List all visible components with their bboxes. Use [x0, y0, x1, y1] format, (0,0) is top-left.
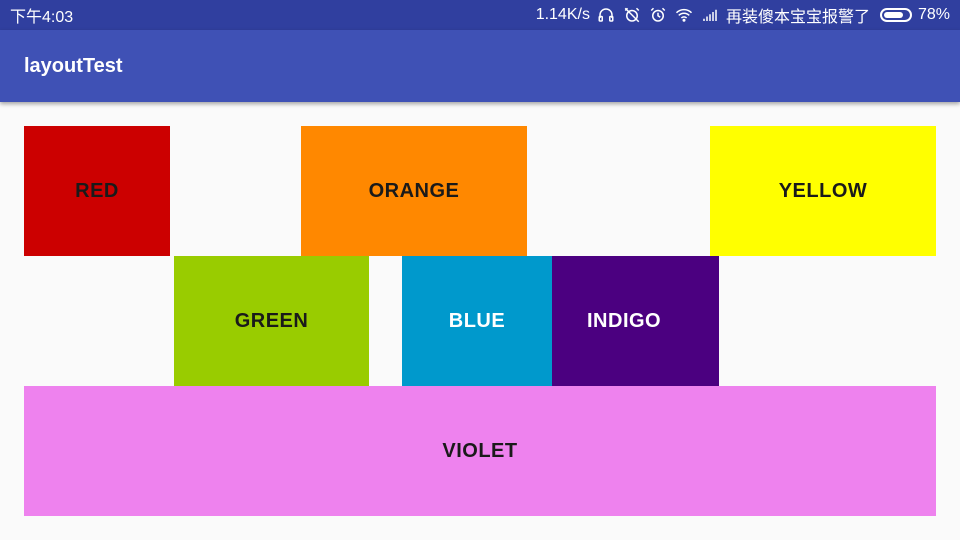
status-right: 1.14K/s 再装傻本宝宝报警了 78% — [536, 3, 950, 27]
alarm-icon — [648, 5, 668, 25]
color-block-blue: BLUE — [402, 256, 552, 386]
color-block-violet: VIOLET — [24, 386, 936, 516]
block-label-yellow: YELLOW — [778, 179, 868, 202]
block-label-orange: ORANGE — [368, 179, 460, 202]
color-block-yellow: YELLOW — [710, 126, 936, 256]
wifi-icon — [674, 5, 694, 25]
color-block-red: RED — [24, 126, 170, 256]
app-bar: layoutTest — [0, 30, 960, 102]
status-bar: 下午4:03 1.14K/s 再装傻本宝宝报警了 78% — [0, 0, 960, 30]
status-time: 下午4:03 — [10, 9, 74, 26]
battery-icon — [879, 8, 912, 22]
carrier-text: 再装傻本宝宝报警了 — [725, 9, 870, 26]
battery-fill — [883, 12, 903, 18]
network-speed: 1.14K/s — [535, 6, 590, 23]
block-label-violet: VIOLET — [442, 439, 518, 462]
app-title: layoutTest — [24, 54, 123, 77]
block-label-blue: BLUE — [448, 309, 506, 332]
alarm-off-icon — [622, 5, 642, 25]
color-block-orange: ORANGE — [301, 126, 527, 256]
block-label-red: RED — [75, 179, 119, 202]
color-block-indigo: INDIGO — [552, 256, 719, 386]
block-label-green: GREEN — [234, 309, 309, 332]
signal-icon — [700, 5, 720, 25]
battery-percent: 78% — [917, 6, 950, 23]
block-label-indigo: INDIGO — [587, 309, 662, 332]
color-block-green: GREEN — [174, 256, 369, 386]
headphones-icon — [596, 5, 616, 25]
